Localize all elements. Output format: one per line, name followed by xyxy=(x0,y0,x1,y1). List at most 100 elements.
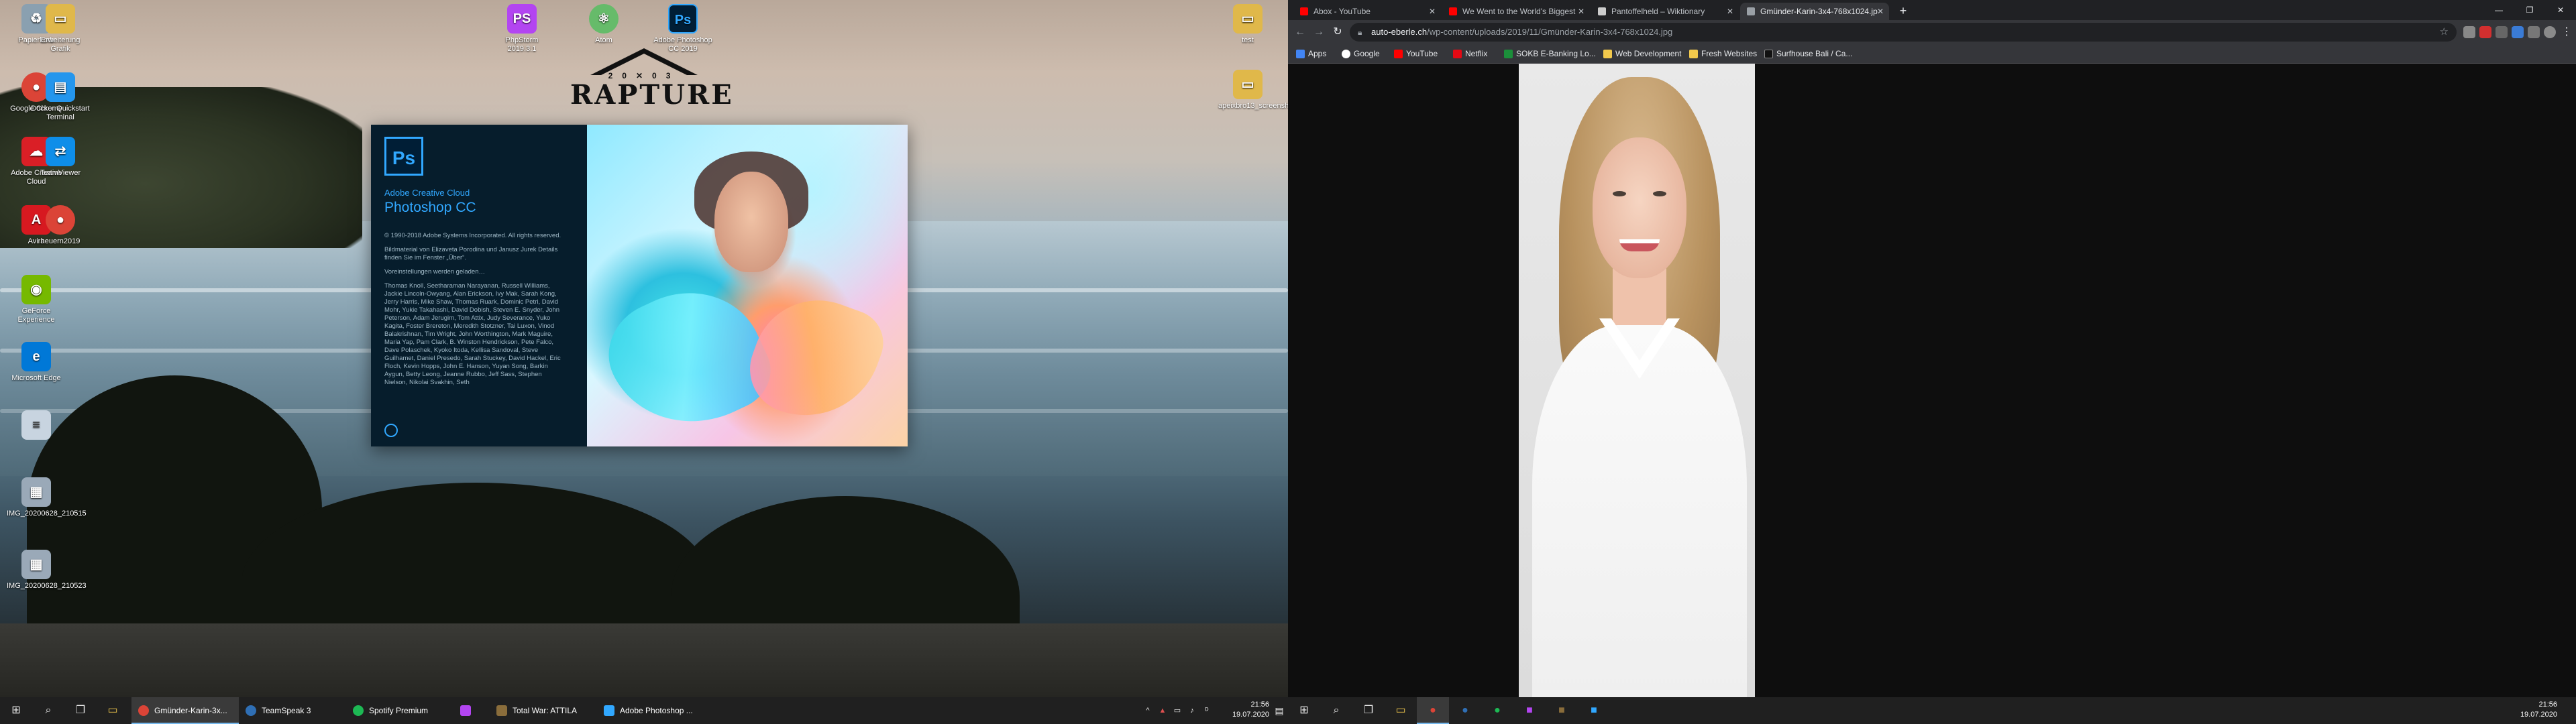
tab-label: Abox - YouTube xyxy=(1313,7,1371,16)
chrome-tab-strip: Abox - YouTube ✕ We Went to the World's B… xyxy=(1288,0,2576,20)
close-window-button[interactable]: ✕ xyxy=(2545,0,2576,20)
desktop-icon-test[interactable]: ▭ test xyxy=(1218,4,1277,45)
game-icon[interactable]: ■ xyxy=(1546,697,1578,724)
taskbar-clock[interactable]: 21:56 19.07.2020 xyxy=(2510,700,2557,720)
notification-icon[interactable]: ▤ xyxy=(1271,697,1288,724)
netflix-icon xyxy=(1453,50,1462,58)
bookmark-label: Google xyxy=(1354,49,1380,58)
chrome-toolbar: ← → ↻ 🔒︎ auto-eberle.ch/wp-content/uploa… xyxy=(1288,20,2576,44)
splash-copyright: © 1990-2018 Adobe Systems Incorporated. … xyxy=(384,232,561,239)
desktop-icon-label: TeamViewer xyxy=(40,169,81,177)
photoshop-logo-icon: Ps xyxy=(384,137,423,176)
taskbar-app-chrome[interactable]: Gmünder-Karin-3x... xyxy=(131,697,239,724)
chrome-icon[interactable]: ● xyxy=(1417,697,1449,724)
close-icon[interactable]: ✕ xyxy=(1727,3,1733,20)
bookmark-star-icon[interactable]: ☆ xyxy=(2440,23,2449,42)
profile-avatar[interactable] xyxy=(2544,26,2556,38)
network-icon[interactable]: ▭ xyxy=(1170,697,1185,724)
desktop-icon-geforce[interactable]: ◉ GeForce Experience xyxy=(7,275,66,324)
docker-icon: ▤ xyxy=(46,72,75,102)
desktop-icon-atom[interactable]: ⚛ Atom xyxy=(574,4,633,45)
bookmark-web-development[interactable]: Web Development xyxy=(1602,44,1682,63)
volume-icon[interactable]: ♪ xyxy=(1185,697,1199,724)
close-icon[interactable]: ✕ xyxy=(1429,3,1436,20)
taskbar-app-phpstorm[interactable] xyxy=(453,697,486,724)
address-bar[interactable]: 🔒︎ auto-eberle.ch/wp-content/uploads/201… xyxy=(1350,23,2457,42)
close-icon[interactable]: ✕ xyxy=(1578,3,1585,20)
file-explorer-icon[interactable]: ▭ xyxy=(97,697,129,724)
desktop-icon-screenshots[interactable]: ▭ apeixbro13_screensh... xyxy=(1218,70,1288,111)
bookmark-surfhouse[interactable]: Surfhouse Bali / Ca... xyxy=(1763,44,1852,63)
extension-icon[interactable] xyxy=(2528,26,2540,38)
clock-date: 19.07.2020 xyxy=(1232,711,1269,719)
tab-worlds-biggest[interactable]: We Went to the World's Biggest ✕ xyxy=(1442,3,1590,20)
bookmark-label: Web Development xyxy=(1615,49,1682,58)
search-icon[interactable]: ⌕ xyxy=(32,697,64,724)
forward-button[interactable]: → xyxy=(1311,24,1327,40)
extension-icon[interactable] xyxy=(2463,26,2475,38)
file-explorer-icon[interactable]: ▭ xyxy=(1385,697,1417,724)
clock-time: 21:56 xyxy=(2538,701,2557,709)
tab-abox-youtube[interactable]: Abox - YouTube ✕ xyxy=(1293,3,1441,20)
extension-icon[interactable] xyxy=(2479,26,2491,38)
minimize-button[interactable]: — xyxy=(2483,0,2514,20)
desktop-icon-edge[interactable]: e Microsoft Edge xyxy=(7,342,66,383)
spotify-icon[interactable]: ● xyxy=(1481,697,1513,724)
windows-start-icon[interactable]: ⊞ xyxy=(0,697,32,724)
bookmark-youtube[interactable]: YouTube xyxy=(1393,44,1438,63)
bookmark-google[interactable]: Google xyxy=(1340,44,1380,63)
bookmark-label: Fresh Websites xyxy=(1701,49,1758,58)
extension-icon[interactable] xyxy=(2512,26,2524,38)
photoshop-icon xyxy=(604,705,614,716)
spotify-icon xyxy=(353,705,364,716)
task-view-icon[interactable]: ❐ xyxy=(64,697,97,724)
windows-start-icon[interactable]: ⊞ xyxy=(1288,697,1320,724)
phpstorm-icon[interactable]: ■ xyxy=(1513,697,1546,724)
photoshop-icon[interactable]: ■ xyxy=(1578,697,1610,724)
splash-status: Voreinstellungen werden geladen… xyxy=(384,268,485,276)
splash-info-panel: Ps Adobe Creative Cloud Photoshop CC © 1… xyxy=(371,125,587,446)
tray-chevron-icon[interactable]: ^ xyxy=(1140,697,1155,724)
back-button[interactable]: ← xyxy=(1292,24,1308,40)
desktop-icon-heuern2019[interactable]: ● heuern2019 xyxy=(31,205,90,246)
desktop-icon-teamviewer[interactable]: ⇄ TeamViewer xyxy=(31,137,90,178)
photo-eye xyxy=(1613,191,1626,196)
photoshop-icon: Ps xyxy=(668,4,698,34)
task-view-icon[interactable]: ❐ xyxy=(1352,697,1385,724)
desktop-icon-docker[interactable]: ▤ Docker Quickstart Terminal xyxy=(31,72,90,122)
taskbar-clock[interactable]: 21:56 19.07.2020 xyxy=(1222,700,1269,720)
new-tab-button[interactable]: + xyxy=(1894,3,1912,19)
search-icon[interactable]: ⌕ xyxy=(1320,697,1352,724)
bookmark-netflix[interactable]: Netflix xyxy=(1452,44,1487,63)
extension-icon[interactable] xyxy=(2496,26,2508,38)
folder-icon xyxy=(1603,50,1612,58)
teamspeak-icon[interactable]: ● xyxy=(1449,697,1481,724)
portrait-photo[interactable] xyxy=(1519,64,1755,697)
desktop-icon-document[interactable]: ≡ xyxy=(7,410,66,442)
desktop-icon-erweiterung[interactable]: ▭ Erweiterung Grafik xyxy=(31,4,90,54)
taskbar-app-photoshop[interactable]: Adobe Photoshop ... xyxy=(597,697,704,724)
language-icon[interactable]: ᴰ xyxy=(1199,697,1214,724)
avira-tray-icon[interactable]: ▲ xyxy=(1155,697,1170,724)
desktop-icon-label: test xyxy=(1242,36,1254,44)
folder-icon: ▭ xyxy=(1233,70,1263,99)
maximize-button[interactable]: ❐ xyxy=(2514,0,2545,20)
bookmark-sokb[interactable]: SOKB E-Banking Lo... xyxy=(1503,44,1596,63)
desktop-icon-image-1[interactable]: ▦ IMG_20200628_210515 xyxy=(7,477,87,518)
tab-label: Pantoffelheld – Wiktionary xyxy=(1611,7,1705,16)
surf-icon xyxy=(1764,50,1773,58)
close-icon[interactable]: ✕ xyxy=(1877,3,1884,20)
bookmark-fresh-websites[interactable]: Fresh Websites xyxy=(1688,44,1757,63)
taskbar-app-teamspeak[interactable]: TeamSpeak 3 xyxy=(239,697,346,724)
reload-button[interactable]: ↻ xyxy=(1330,24,1346,40)
desktop-icon-image-2[interactable]: ▦ IMG_20200628_210523 xyxy=(7,550,87,591)
bookmark-apps[interactable]: Apps xyxy=(1295,44,1326,63)
taskbar-app-spotify[interactable]: Spotify Premium xyxy=(346,697,453,724)
menu-icon[interactable]: ⋮ xyxy=(2559,24,2575,40)
taskbar: ⊞ ⌕ ❐ ▭ ● ● ● ■ ■ ■ 21:56 19.07.2020 xyxy=(1288,697,2576,724)
taskbar-app-total-war[interactable]: Total War: ATTILA xyxy=(490,697,597,724)
desktop-icon-phpstorm[interactable]: PS PhpStorm 2019.3.1 xyxy=(492,4,551,54)
tab-image-active[interactable]: Gmünder-Karin-3x4-768x1024.jp ✕ xyxy=(1740,3,1889,20)
desktop-icon-photoshop[interactable]: Ps Adobe Photoshop CC 2019 xyxy=(653,4,712,54)
tab-wiktionary[interactable]: Pantoffelheld – Wiktionary ✕ xyxy=(1591,3,1739,20)
